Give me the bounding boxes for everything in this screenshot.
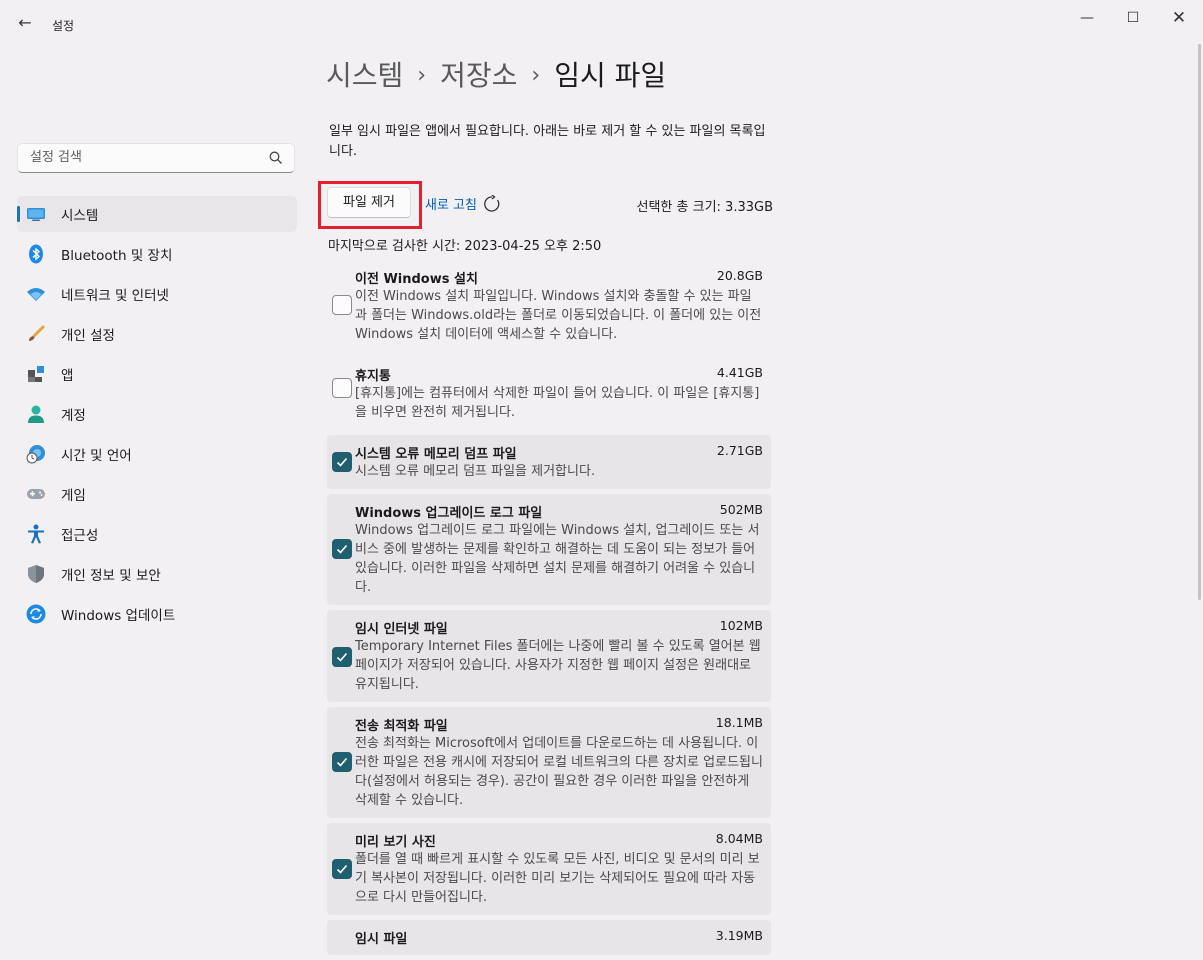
refresh-icon (484, 194, 500, 212)
item-description: Temporary Internet Files 폴더에는 나중에 빨리 볼 수… (355, 639, 761, 692)
breadcrumb: 시스템 › 저장소 › 임시 파일 (326, 54, 666, 94)
sidebar-item-label: Windows 업데이트 (61, 608, 176, 624)
checkbox-checked[interactable] (332, 539, 352, 559)
system-icon (26, 204, 46, 224)
checkbox-checked[interactable] (332, 859, 352, 879)
item-size: 502MB (719, 502, 763, 517)
breadcrumb-system-link[interactable]: 시스템 (326, 59, 403, 92)
item-description: 시스템 오류 메모리 덤프 파일을 제거합니다. (355, 464, 596, 479)
sidebar-item-label: 게임 (61, 488, 86, 504)
list-item[interactable]: 휴지통 4.41GB [휴지통]에는 컴퓨터에서 삭제한 파일이 들어 있습니다… (327, 357, 771, 430)
breadcrumb-storage-link[interactable]: 저장소 (440, 59, 517, 92)
sidebar-item-accessibility[interactable]: 접근성 (17, 516, 297, 552)
app-title: 설정 (52, 19, 75, 33)
item-size: 4.41GB (716, 365, 763, 380)
checkbox[interactable] (332, 295, 352, 315)
item-title: 임시 인터넷 파일 (355, 622, 448, 637)
accessibility-icon (26, 524, 46, 544)
item-description: 이전 Windows 설치 파일입니다. Windows 설치와 충돌할 수 있… (355, 289, 762, 342)
list-item[interactable]: 이전 Windows 설치 20.8GB 이전 Windows 설치 파일입니다… (327, 260, 771, 352)
item-description: 폴더를 열 때 빠르게 표시할 수 있도록 모든 사진, 비디오 및 문서의 미… (355, 852, 760, 905)
item-description: Windows 업그레이드 로그 파일에는 Windows 설치, 업그레이드 … (355, 523, 760, 595)
sidebar-item-label: 개인 정보 및 보안 (61, 568, 161, 584)
title-bar: ← 설정 — ☐ ✕ (0, 0, 1203, 44)
maximize-icon[interactable]: ☐ (1110, 6, 1156, 30)
checkbox-checked[interactable] (332, 647, 352, 667)
apps-icon (26, 364, 46, 384)
item-title: 시스템 오류 메모리 덤프 파일 (355, 447, 517, 462)
item-description: [휴지통]에는 컴퓨터에서 삭제한 파일이 들어 있습니다. 이 파일은 [휴지… (355, 386, 760, 420)
update-icon (26, 604, 46, 624)
item-size: 20.8GB (716, 268, 763, 283)
sidebar-item-network[interactable]: 네트워크 및 인터넷 (17, 276, 297, 312)
breadcrumb-separator: › (531, 63, 541, 88)
breadcrumb-separator: › (417, 63, 427, 88)
sidebar-item-apps[interactable]: 앱 (17, 356, 297, 392)
minimize-icon[interactable]: — (1064, 6, 1110, 30)
sidebar-item-system[interactable]: 시스템 (17, 196, 297, 232)
selected-total-size: 선택한 총 크기: 3.33GB (636, 200, 773, 215)
checkbox-checked[interactable] (332, 752, 352, 772)
sidebar-item-label: 계정 (61, 408, 86, 424)
item-title: 임시 파일 (355, 932, 408, 947)
shield-icon (26, 564, 46, 584)
item-title: 휴지통 (355, 369, 391, 384)
brush-icon (26, 324, 46, 344)
bluetooth-icon (26, 244, 46, 264)
item-title: 미리 보기 사진 (355, 835, 436, 850)
back-arrow-icon[interactable]: ← (14, 12, 36, 34)
checkbox-checked[interactable] (332, 452, 352, 472)
wifi-icon (26, 284, 46, 304)
sidebar-item-label: 시스템 (61, 208, 99, 224)
sidebar-nav: 시스템 Bluetooth 및 장치 네트워크 및 인터넷 개인 설정 앱 계정 (17, 196, 297, 636)
scrollbar[interactable] (1198, 44, 1201, 600)
sidebar-item-windows-update[interactable]: Windows 업데이트 (17, 596, 297, 632)
sidebar-item-label: 개인 설정 (61, 328, 115, 344)
sidebar-item-accounts[interactable]: 계정 (17, 396, 297, 432)
list-item[interactable]: 시스템 오류 메모리 덤프 파일 2.71GB 시스템 오류 메모리 덤프 파일… (327, 435, 771, 489)
item-size: 102MB (719, 618, 763, 633)
sidebar-item-label: 네트워크 및 인터넷 (61, 288, 169, 304)
sidebar-item-bluetooth[interactable]: Bluetooth 및 장치 (17, 236, 297, 272)
item-title: Windows 업그레이드 로그 파일 (355, 506, 543, 521)
sidebar-item-label: 접근성 (61, 528, 99, 544)
refresh-link[interactable]: 새로 고침 (425, 194, 501, 213)
intro-description: 일부 임시 파일은 앱에서 필요합니다. 아래는 바로 제거 할 수 있는 파일… (329, 124, 766, 159)
list-item[interactable]: 임시 인터넷 파일 102MB Temporary Internet Files… (327, 610, 771, 702)
item-size: 8.04MB (715, 831, 763, 846)
remove-files-button[interactable]: 파일 제거 (327, 187, 411, 218)
list-item[interactable]: Windows 업그레이드 로그 파일 502MB Windows 업그레이드 … (327, 494, 771, 605)
sidebar-item-time-language[interactable]: 시간 및 언어 (17, 436, 297, 472)
item-title: 전송 최적화 파일 (355, 719, 448, 734)
sidebar-item-label: Bluetooth 및 장치 (61, 248, 173, 264)
search-icon[interactable] (268, 150, 284, 166)
sidebar-item-privacy-security[interactable]: 개인 정보 및 보안 (17, 556, 297, 592)
sidebar-item-gaming[interactable]: 게임 (17, 476, 297, 512)
page-title: 임시 파일 (554, 59, 667, 92)
search-input[interactable] (28, 149, 267, 166)
sidebar-item-personalization[interactable]: 개인 설정 (17, 316, 297, 352)
item-description: 전송 최적화는 Microsoft에서 업데이트를 다운로드하는 데 사용됩니다… (355, 736, 763, 808)
temp-file-list: 이전 Windows 설치 20.8GB 이전 Windows 설치 파일입니다… (327, 260, 771, 960)
checkbox[interactable] (332, 378, 352, 398)
item-size: 18.1MB (715, 715, 763, 730)
gamepad-icon (26, 484, 46, 504)
list-item[interactable]: 전송 최적화 파일 18.1MB 전송 최적화는 Microsoft에서 업데이… (327, 707, 771, 818)
globe-clock-icon (26, 444, 46, 464)
item-size: 3.19MB (715, 928, 763, 943)
item-title: 이전 Windows 설치 (355, 272, 478, 287)
last-scan-time: 마지막으로 검사한 시간: 2023-04-25 오후 2:50 (328, 239, 602, 254)
sidebar-item-label: 시간 및 언어 (61, 448, 132, 464)
sidebar-item-label: 앱 (61, 368, 74, 384)
list-item[interactable]: 임시 파일 3.19MB (327, 920, 771, 955)
close-icon[interactable]: ✕ (1156, 6, 1202, 30)
settings-search-box[interactable] (17, 143, 295, 173)
list-item[interactable]: 미리 보기 사진 8.04MB 폴더를 열 때 빠르게 표시할 수 있도록 모든… (327, 823, 771, 915)
item-size: 2.71GB (716, 443, 763, 458)
refresh-label: 새로 고침 (425, 198, 477, 213)
person-icon (26, 404, 46, 424)
